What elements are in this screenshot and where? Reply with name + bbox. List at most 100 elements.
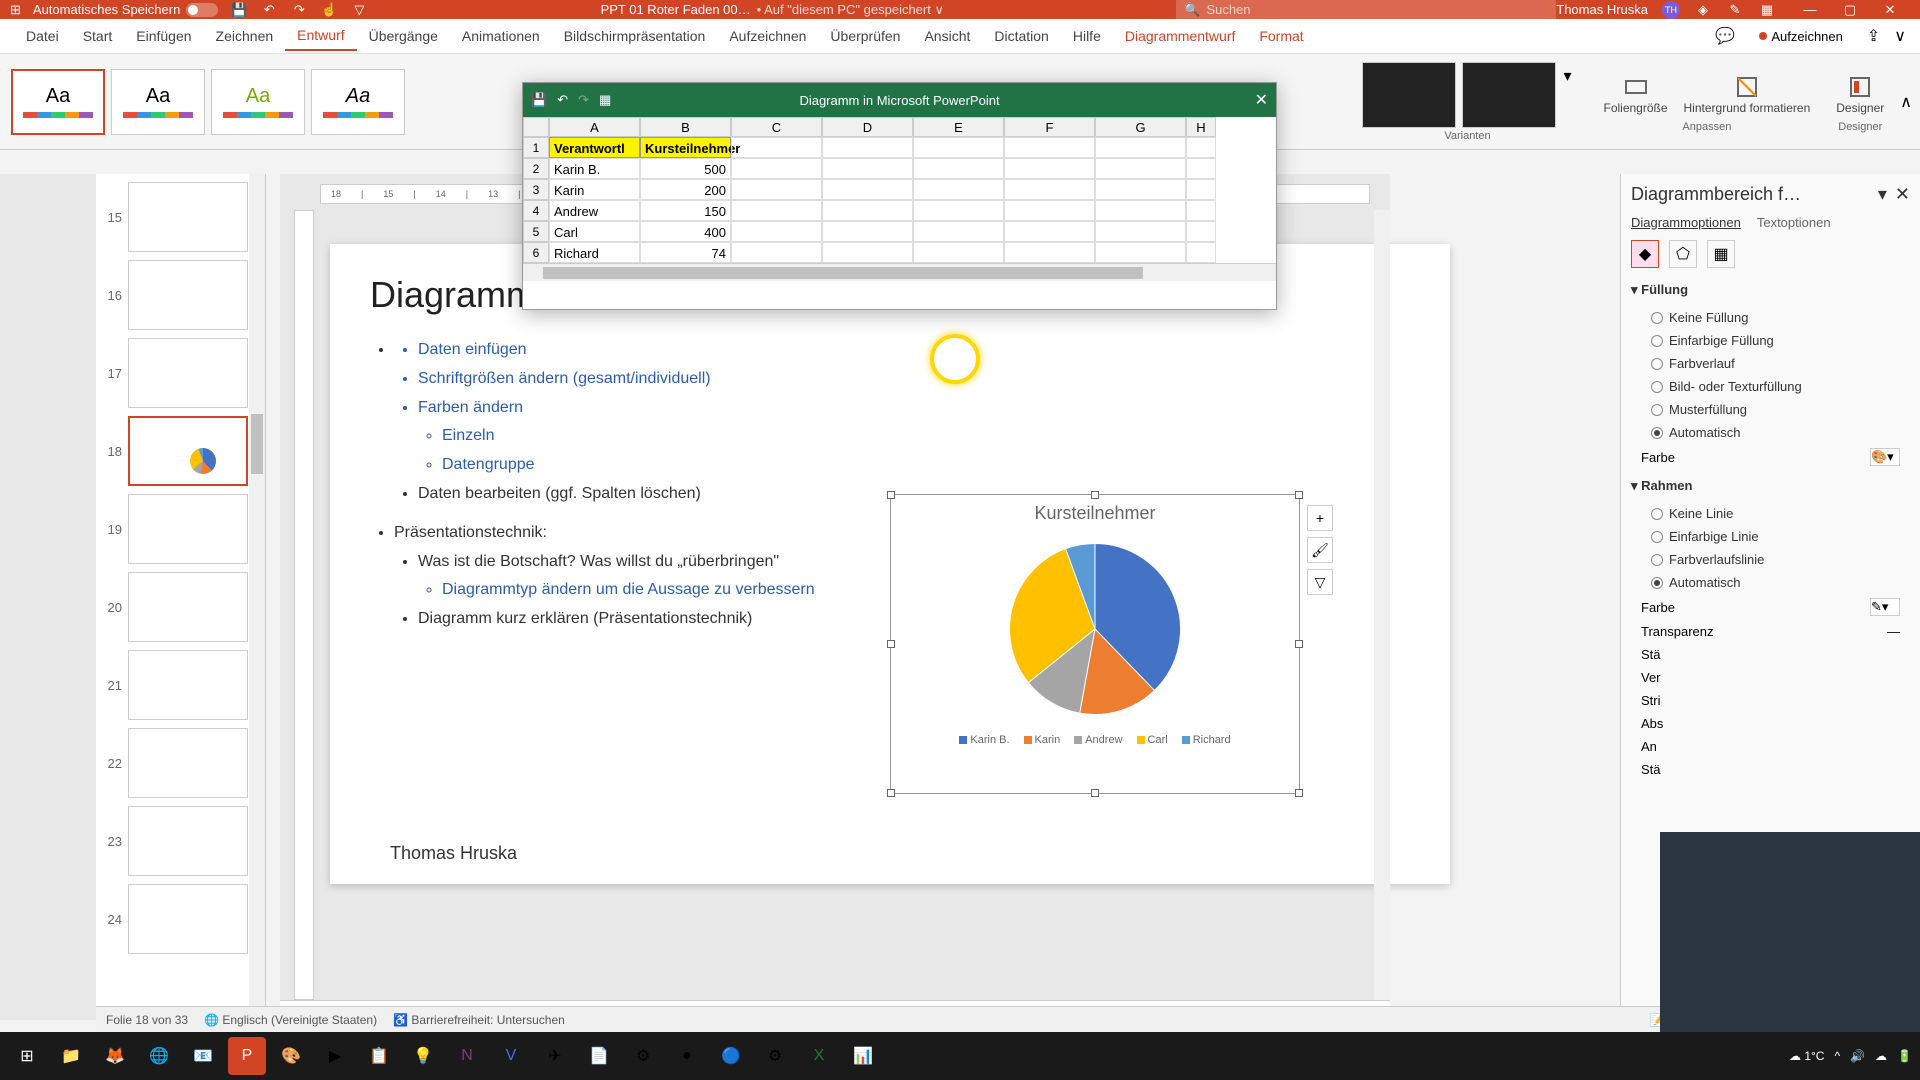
app-icon-7[interactable]: ● — [668, 1037, 706, 1075]
border-solid-option[interactable]: Einfarbige Linie — [1631, 525, 1910, 548]
slide-thumbnail[interactable]: 16 — [100, 260, 261, 330]
theme-thumb-4[interactable]: Aa — [311, 69, 405, 135]
tab-aufzeichnen[interactable]: Aufzeichnen — [717, 22, 818, 50]
undo-icon[interactable]: ↶ — [260, 1, 278, 19]
user-name[interactable]: Thomas Hruska — [1556, 2, 1648, 17]
tray-icon-2[interactable]: ☁ — [1875, 1049, 1887, 1063]
tab-diagrammentwurf[interactable]: Diagrammentwurf — [1113, 22, 1247, 50]
slide-thumbnail[interactable]: 22 — [100, 728, 261, 798]
excel-row[interactable]: 4Andrew150 — [523, 200, 1276, 221]
slide-thumbnail[interactable]: 17 — [100, 338, 261, 408]
variant-thumb-1[interactable] — [1362, 62, 1456, 128]
autosave-toggle[interactable]: Automatisches Speichern — [33, 2, 218, 17]
outlook-icon[interactable]: 📧 — [184, 1037, 222, 1075]
legend-item[interactable]: Karin B. — [959, 734, 1009, 746]
onenote-icon[interactable]: N — [448, 1037, 486, 1075]
excel-row[interactable]: 3Karin200 — [523, 179, 1276, 200]
legend-item[interactable]: Richard — [1182, 734, 1231, 746]
slide-canvas[interactable]: Diagramm e Daten einfügen Schriftgrößen … — [330, 244, 1450, 884]
firefox-icon[interactable]: 🦊 — [96, 1037, 134, 1075]
diamond-icon[interactable]: ◈ — [1694, 1, 1712, 19]
excel-col-e[interactable]: E — [913, 117, 1004, 137]
telegram-icon[interactable]: ✈ — [536, 1037, 574, 1075]
legend-item[interactable]: Carl — [1137, 734, 1168, 746]
excel-close-button[interactable]: ✕ — [1255, 90, 1268, 110]
excel-col-a[interactable]: A — [549, 117, 640, 137]
tab-dictation[interactable]: Dictation — [982, 22, 1060, 50]
excel-undo-icon[interactable]: ↶ — [557, 92, 568, 108]
slide-thumbnail[interactable]: 18 — [100, 416, 261, 486]
excel-col-b[interactable]: B — [640, 117, 731, 137]
tab-bildschirm[interactable]: Bildschirmpräsentation — [552, 22, 718, 50]
chrome-icon[interactable]: 🌐 — [140, 1037, 178, 1075]
tab-einfuegen[interactable]: Einfügen — [124, 22, 203, 50]
excel-save-icon[interactable]: 💾 — [531, 92, 547, 108]
touch-mode-icon[interactable]: ☝ — [320, 1, 338, 19]
slide-thumbnail[interactable]: 15 — [100, 182, 261, 252]
fill-color-picker[interactable]: 🎨▾ — [1870, 448, 1900, 466]
start-button[interactable]: ⊞ — [8, 1037, 46, 1075]
settings-icon[interactable]: ⚙ — [756, 1037, 794, 1075]
maximize-button[interactable]: ▢ — [1830, 0, 1870, 20]
pane-dropdown-icon[interactable]: ▾ — [1878, 184, 1887, 205]
theme-thumb-1[interactable]: Aa — [11, 69, 105, 135]
tray-chevron-icon[interactable]: ^ — [1834, 1049, 1840, 1063]
border-none-option[interactable]: Keine Linie — [1631, 502, 1910, 525]
excel-col-d[interactable]: D — [822, 117, 913, 137]
border-auto-option[interactable]: Automatisch — [1631, 571, 1910, 594]
border-color-picker[interactable]: ✎▾ — [1870, 598, 1900, 616]
excel-row[interactable]: 1VerantwortlKursteilnehmer — [523, 137, 1276, 158]
language-indicator[interactable]: 🌐 Englisch (Vereinigte Staaten) — [204, 1013, 377, 1027]
border-gradient-option[interactable]: Farbverlaufslinie — [1631, 548, 1910, 571]
pane-close-button[interactable]: ✕ — [1895, 184, 1910, 205]
fill-line-icon[interactable]: ◆ — [1631, 240, 1659, 268]
tab-format[interactable]: Format — [1247, 22, 1315, 50]
chart-elements-button[interactable]: + — [1307, 505, 1333, 531]
app-icon-6[interactable]: ⚙ — [624, 1037, 662, 1075]
redo-icon[interactable]: ↷ — [290, 1, 308, 19]
slide-thumbnail[interactable]: 19 — [100, 494, 261, 564]
collapse-pane-icon[interactable]: ∧ — [1900, 92, 1912, 112]
designer-button[interactable]: Designer — [1828, 71, 1892, 119]
excel-col-c[interactable]: C — [731, 117, 822, 137]
excel-icon[interactable]: X — [800, 1037, 838, 1075]
excel-redo-icon[interactable]: ↷ — [578, 92, 589, 108]
fill-solid-option[interactable]: Einfarbige Füllung — [1631, 329, 1910, 352]
chart-styles-button[interactable]: 🖌 — [1307, 537, 1333, 563]
tab-uebergaenge[interactable]: Übergänge — [357, 22, 450, 50]
slide-thumbnail[interactable]: 21 — [100, 650, 261, 720]
tab-start[interactable]: Start — [71, 22, 125, 50]
excel-col-h[interactable]: H — [1186, 117, 1216, 137]
pie-chart[interactable] — [1000, 534, 1190, 724]
excel-hscrollbar[interactable] — [523, 263, 1276, 281]
slide-thumbnail[interactable]: 23 — [100, 806, 261, 876]
pane-tab-text[interactable]: Textoptionen — [1757, 215, 1831, 230]
minimize-button[interactable]: — — [1790, 0, 1830, 20]
legend-item[interactable]: Andrew — [1074, 734, 1122, 746]
theme-thumb-2[interactable]: Aa — [111, 69, 205, 135]
close-button[interactable]: ✕ — [1870, 0, 1910, 20]
tab-animationen[interactable]: Animationen — [450, 22, 552, 50]
app-icon-1[interactable]: 🎨 — [272, 1037, 310, 1075]
chart-object[interactable]: Kursteilnehmer Karin B. Karin Andrew Carl Ri… — [890, 494, 1300, 794]
tray-icon-1[interactable]: 🔊 — [1850, 1049, 1865, 1063]
tab-hilfe[interactable]: Hilfe — [1061, 22, 1113, 50]
tray-icon-3[interactable]: 🔋 — [1897, 1049, 1912, 1063]
format-background-button[interactable]: Hintergrund formatieren — [1676, 71, 1819, 119]
size-icon[interactable]: ▦ — [1707, 240, 1735, 268]
thumbnail-scrollbar[interactable] — [249, 174, 265, 1020]
chart-filters-button[interactable]: ▽ — [1307, 569, 1333, 595]
excel-chart-icon[interactable]: ▦ — [599, 92, 611, 108]
tab-entwurf[interactable]: Entwurf — [285, 21, 356, 51]
slide-thumbnail[interactable]: 24 — [100, 884, 261, 954]
legend-item[interactable]: Karin — [1024, 734, 1061, 746]
save-icon[interactable]: 💾 — [230, 1, 248, 19]
calendar-icon[interactable]: ▦ — [1758, 1, 1776, 19]
excel-select-all[interactable] — [523, 117, 549, 137]
save-status[interactable]: • Auf "diesem PC" gespeichert ∨ — [757, 2, 944, 18]
excel-row[interactable]: 6Richard74 — [523, 242, 1276, 263]
app-icon-2[interactable]: 📋 — [360, 1037, 398, 1075]
share-icon[interactable]: ⇪ — [1867, 26, 1880, 46]
file-explorer-icon[interactable]: 📁 — [52, 1037, 90, 1075]
chart-title[interactable]: Kursteilnehmer — [891, 503, 1299, 524]
